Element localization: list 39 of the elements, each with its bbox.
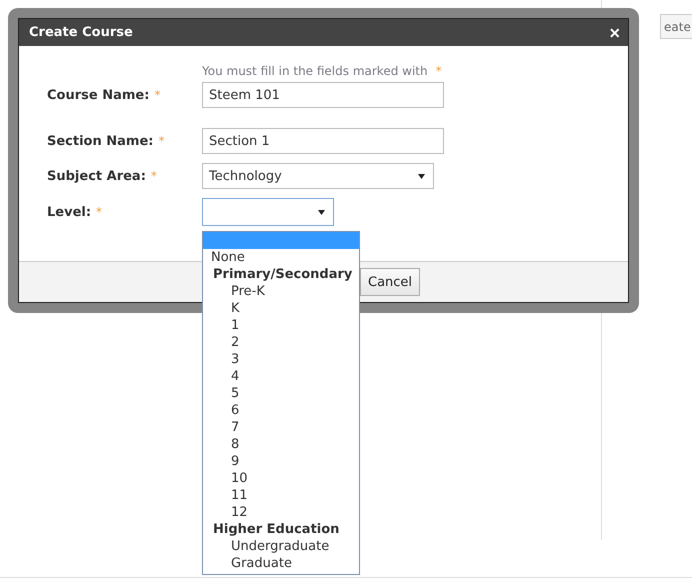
required-asterisk: * [158,134,164,148]
dropdown-option[interactable]: 7 [203,419,359,436]
caret-icon [418,174,425,178]
dropdown-option[interactable]: Graduate [203,555,359,572]
dropdown-option[interactable]: 12 [203,504,359,521]
dropdown-option[interactable]: 6 [203,402,359,419]
dropdown-option[interactable]: K [203,300,359,317]
dropdown-option[interactable]: 9 [203,453,359,470]
field-label: Level: [47,204,92,220]
create-button[interactable]: eate [660,14,692,39]
dropdown-option[interactable]: None [203,249,359,266]
dropdown-option[interactable]: 2 [203,334,359,351]
text-field[interactable]: Steem 101 [202,82,444,108]
dropdown-option[interactable]: 1 [203,317,359,334]
select-field[interactable] [202,198,334,226]
text-field[interactable]: Section 1 [202,128,444,154]
dropdown-option[interactable]: 10 [203,470,359,487]
dropdown-option[interactable]: 5 [203,385,359,402]
select-field[interactable]: Technology [202,163,434,189]
field-label: Subject Area: [47,168,146,184]
field-label: Section Name: [47,134,154,148]
dropdown-option[interactable]: Undergraduate [203,538,359,555]
option-group-label: Primary/Secondary [212,266,354,283]
dropdown-option[interactable]: 11 [203,487,359,504]
required-asterisk: * [154,88,160,102]
field-label: Course Name: [47,88,150,102]
required-asterisk: * [96,204,102,218]
dropdown-option[interactable]: 8 [203,436,359,453]
dialog-title: Create Course [29,25,133,40]
dropdown-option[interactable]: Pre-K [203,283,359,300]
close-button[interactable]: × [609,24,620,42]
dropdown-option[interactable]: 4 [203,368,359,385]
dropdown-option[interactable]: 3 [203,351,359,368]
caret-icon [318,210,325,214]
required-asterisk: * [436,64,442,80]
option-group-label: Higher Education [212,521,340,538]
required-asterisk: * [150,168,157,182]
required-hint: You must fill in the fields marked with [202,64,428,80]
cancel-button[interactable]: Cancel [360,268,420,296]
